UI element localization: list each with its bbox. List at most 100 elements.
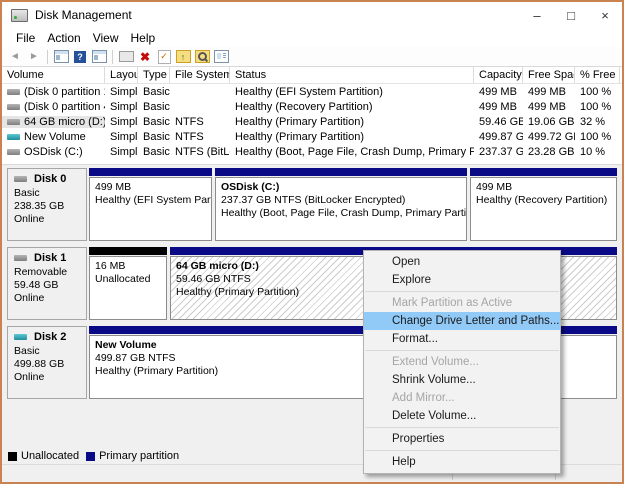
pct-free-cell: 32 % — [580, 115, 606, 128]
volume-list: Volume Layout Type File System Status Ca… — [2, 67, 622, 164]
back-icon[interactable]: ◄ — [7, 49, 23, 64]
volume-icon — [7, 88, 20, 95]
legend-primary-partition: Primary partition — [86, 450, 179, 462]
forward-icon[interactable]: ► — [26, 49, 42, 64]
partition-color-bar — [215, 168, 467, 176]
unallocated-color-bar — [89, 247, 167, 255]
disk-size: 238.35 GB — [14, 200, 65, 212]
col-type[interactable]: Type — [138, 67, 170, 83]
menu-file[interactable]: File — [10, 31, 41, 45]
col-pct-free[interactable]: % Free — [575, 67, 620, 83]
menu-action[interactable]: Action — [41, 31, 86, 45]
details-view-icon[interactable] — [213, 49, 229, 64]
disk-kind: Basic — [14, 187, 40, 199]
menu-item-explore[interactable]: Explore — [364, 271, 560, 289]
col-capacity[interactable]: Capacity — [474, 67, 523, 83]
menu-item-delete-volume[interactable]: Delete Volume... — [364, 407, 560, 425]
console-window-icon[interactable] — [53, 49, 69, 64]
table-row[interactable]: (Disk 0 partition 4) Simple Basic Health… — [2, 99, 622, 114]
open-folder-icon[interactable]: ↑ — [175, 49, 191, 64]
disk-2-label[interactable]: Disk 2 Basic 499.88 GB Online — [7, 326, 87, 399]
fs-cell: NTFS — [175, 115, 204, 128]
fs-cell: NTFS (BitLo... — [175, 145, 230, 158]
volume-name-cell[interactable]: OSDisk (C:) — [2, 146, 105, 158]
partition-recovery[interactable]: 499 MB Healthy (Recovery Partition) — [470, 168, 617, 241]
partition-status: Healthy (Boot, Page File, Crash Dump, Pr… — [221, 207, 467, 219]
menu-view[interactable]: View — [87, 31, 125, 45]
toolbar-separator — [112, 49, 113, 64]
status-cell: Healthy (Primary Partition) — [235, 130, 364, 143]
menu-item-extend-volume: Extend Volume... — [392, 356, 479, 368]
close-button[interactable]: × — [588, 2, 622, 28]
disk-state: Online — [14, 213, 45, 225]
partition-osdisk-c[interactable]: OSDisk (C:) 237.37 GB NTFS (BitLocker En… — [215, 168, 467, 241]
disk-state: Online — [14, 371, 45, 383]
table-row[interactable]: (Disk 0 partition 1) Simple Basic Health… — [2, 84, 622, 99]
col-file-system[interactable]: File System — [170, 67, 230, 83]
layout-cell: Simple — [110, 100, 138, 113]
menu-help[interactable]: Help — [125, 31, 162, 45]
menubar: File Action View Help — [2, 28, 622, 47]
status-cell: Healthy (Recovery Partition) — [235, 100, 373, 113]
pct-free-cell: 100 % — [580, 85, 612, 98]
volume-name-cell[interactable]: 64 GB micro (D:) — [2, 115, 105, 128]
partition-size: 16 MB — [95, 260, 126, 272]
table-row-selected[interactable]: 64 GB micro (D:) Simple Basic NTFS Healt… — [2, 114, 622, 129]
status-cell: Healthy (EFI System Partition) — [235, 85, 383, 98]
menu-item-properties[interactable]: Properties — [364, 430, 560, 448]
disk-1-label[interactable]: Disk 1 Removable 59.48 GB Online — [7, 247, 87, 320]
menu-item-open[interactable]: Open — [364, 253, 560, 271]
disk-0-label[interactable]: Disk 0 Basic 238.35 GB Online — [7, 168, 87, 241]
partition-color-bar — [470, 168, 617, 176]
table-row[interactable]: OSDisk (C:) Simple Basic NTFS (BitLo... … — [2, 144, 622, 159]
capacity-cell: 499 MB — [479, 85, 517, 98]
help-icon[interactable]: ? — [72, 49, 88, 64]
menu-separator — [365, 350, 559, 351]
minimize-button[interactable]: – — [520, 2, 554, 28]
maximize-button[interactable]: □ — [554, 2, 588, 28]
volume-icon — [7, 118, 20, 125]
primary-partition-swatch — [86, 451, 96, 461]
menu-item-mark-partition-active: Mark Partition as Active — [392, 297, 513, 309]
menu-item-change-drive-letter[interactable]: Change Drive Letter and Paths... — [364, 312, 560, 330]
unallocated-swatch — [8, 451, 17, 461]
col-layout[interactable]: Layout — [105, 67, 138, 83]
volume-name-cell[interactable]: (Disk 0 partition 4) — [2, 101, 105, 113]
volume-icon — [7, 148, 20, 155]
volume-icon — [7, 103, 20, 110]
pct-free-cell: 10 % — [580, 145, 606, 158]
partition-size: 499 MB — [95, 181, 132, 193]
col-status[interactable]: Status — [230, 67, 474, 83]
menu-item-format[interactable]: Format... — [364, 330, 560, 348]
free-space-cell: 499 MB — [528, 100, 566, 113]
mark-active-icon[interactable]: ✓ — [156, 49, 172, 64]
partition-efi[interactable]: 499 MB Healthy (EFI System Partition) — [89, 168, 212, 241]
partition-unallocated[interactable]: 16 MB Unallocated — [89, 247, 167, 320]
disk-icon — [14, 176, 27, 182]
app-disk-icon — [11, 8, 28, 22]
layout-cell: Simple — [110, 85, 138, 98]
type-cell: Basic — [143, 145, 170, 158]
col-volume[interactable]: Volume — [2, 67, 105, 83]
delete-volume-icon[interactable]: ✖ — [137, 49, 153, 64]
action-menu-icon[interactable] — [118, 49, 134, 64]
layout-cell: Simple — [110, 115, 138, 128]
disk-kind: Removable — [14, 266, 68, 278]
volume-name-cell[interactable]: New Volume — [2, 131, 105, 143]
show-tree-icon[interactable] — [91, 49, 107, 64]
menu-separator — [365, 427, 559, 428]
partition-status: Unallocated — [95, 273, 151, 285]
col-free-space[interactable]: Free Space — [523, 67, 575, 83]
menu-item-shrink-volume[interactable]: Shrink Volume... — [364, 371, 560, 389]
type-cell: Basic — [143, 85, 170, 98]
disk-state: Online — [14, 292, 45, 304]
toolbar-separator — [47, 49, 48, 64]
type-cell: Basic — [143, 115, 170, 128]
menu-item-help[interactable]: Help — [364, 453, 560, 471]
volume-name-cell[interactable]: (Disk 0 partition 1) — [2, 86, 105, 98]
titlebar: Disk Management – □ × — [2, 2, 622, 28]
window-title: Disk Management — [35, 8, 132, 22]
explore-folder-icon[interactable] — [194, 49, 210, 64]
capacity-cell: 59.46 GB — [479, 115, 523, 128]
table-row[interactable]: New Volume Simple Basic NTFS Healthy (Pr… — [2, 129, 622, 144]
